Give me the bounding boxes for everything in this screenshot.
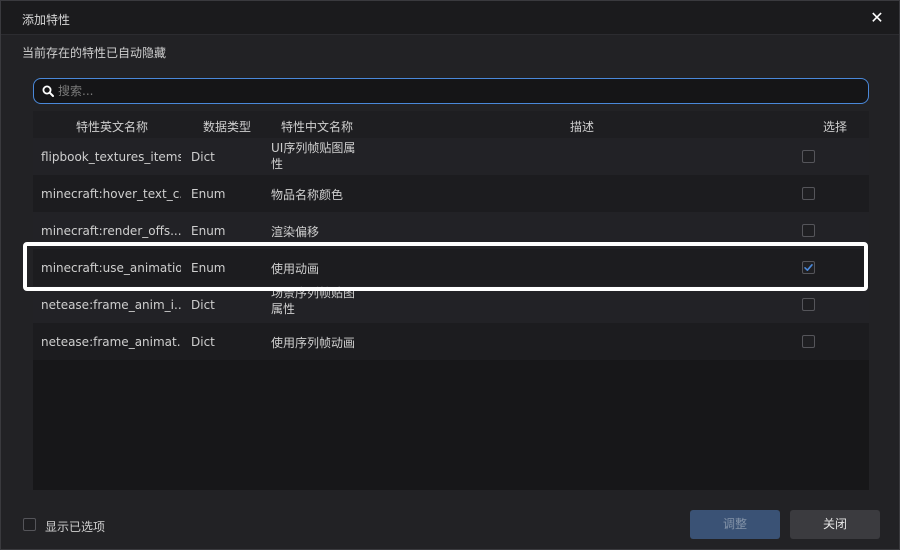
row-select-checkbox[interactable] — [802, 335, 815, 348]
checkmark-icon — [804, 264, 813, 271]
traits-table: 特性英文名称 数据类型 特性中文名称 描述 选择 flipbook_textur… — [33, 111, 869, 490]
row-chinese-name: 渲染偏移 — [271, 225, 320, 239]
row-chinese-name: 使用动画 — [271, 262, 320, 276]
row-name: minecraft:hover_text_c... — [41, 187, 181, 201]
row-type: Enum — [191, 224, 226, 238]
table-header: 特性英文名称 数据类型 特性中文名称 描述 选择 — [33, 111, 869, 138]
row-chinese-name: UI序列帧贴图属性 — [271, 141, 356, 171]
show-selected-label: 显示已选项 — [45, 520, 106, 534]
row-type: Dict — [191, 150, 215, 164]
row-chinese-name: 场景序列帧贴图属性 — [271, 286, 356, 316]
column-header-data-type[interactable]: 数据类型 — [203, 118, 251, 135]
title-bar: 添加特性 ✕ — [1, 1, 899, 35]
search-input[interactable] — [58, 81, 858, 101]
search-icon — [42, 85, 54, 97]
row-name: minecraft:render_offs... — [41, 224, 181, 238]
row-type: Enum — [191, 187, 226, 201]
row-type: Dict — [191, 335, 215, 349]
row-select-checkbox-checked[interactable] — [802, 261, 815, 274]
dialog-title: 添加特性 — [22, 13, 71, 27]
show-selected-checkbox[interactable] — [23, 518, 36, 531]
row-chinese-name: 使用序列帧动画 — [271, 336, 356, 350]
column-header-description[interactable]: 描述 — [570, 118, 594, 135]
row-select-checkbox[interactable] — [802, 224, 815, 237]
table-row[interactable]: flipbook_textures_items Dict UI序列帧贴图属性 — [33, 138, 869, 175]
table-row[interactable]: netease:frame_anim_i... Dict 场景序列帧贴图属性 — [33, 286, 869, 323]
close-button[interactable]: 关闭 — [790, 510, 880, 539]
row-type: Dict — [191, 298, 215, 312]
row-name: netease:frame_animat... — [41, 335, 181, 349]
row-select-checkbox[interactable] — [802, 298, 815, 311]
table-row[interactable]: netease:frame_animat... Dict 使用序列帧动画 — [33, 323, 869, 360]
row-name: minecraft:use_animation — [41, 261, 181, 275]
add-trait-dialog: 添加特性 ✕ 当前存在的特性已自动隐藏 特性英文名称 数据类型 特性中文名称 描… — [0, 0, 900, 550]
row-select-checkbox[interactable] — [802, 150, 815, 163]
row-chinese-name: 物品名称颜色 — [271, 188, 344, 202]
column-header-chinese-name[interactable]: 特性中文名称 — [281, 118, 353, 135]
row-select-checkbox[interactable] — [802, 187, 815, 200]
dialog-subtitle: 当前存在的特性已自动隐藏 — [22, 46, 167, 60]
row-name: flipbook_textures_items — [41, 150, 181, 164]
column-header-english-name[interactable]: 特性英文名称 — [76, 118, 148, 135]
adjust-button[interactable]: 调整 — [690, 510, 780, 539]
close-icon[interactable]: ✕ — [867, 8, 887, 28]
row-name: netease:frame_anim_i... — [41, 298, 181, 312]
column-header-select[interactable]: 选择 — [823, 118, 847, 135]
table-row[interactable]: minecraft:hover_text_c... Enum 物品名称颜色 — [33, 175, 869, 212]
table-row-selected[interactable]: minecraft:use_animation Enum 使用动画 — [33, 249, 869, 286]
search-box[interactable] — [33, 78, 869, 104]
table-row[interactable]: minecraft:render_offs... Enum 渲染偏移 — [33, 212, 869, 249]
row-type: Enum — [191, 261, 226, 275]
